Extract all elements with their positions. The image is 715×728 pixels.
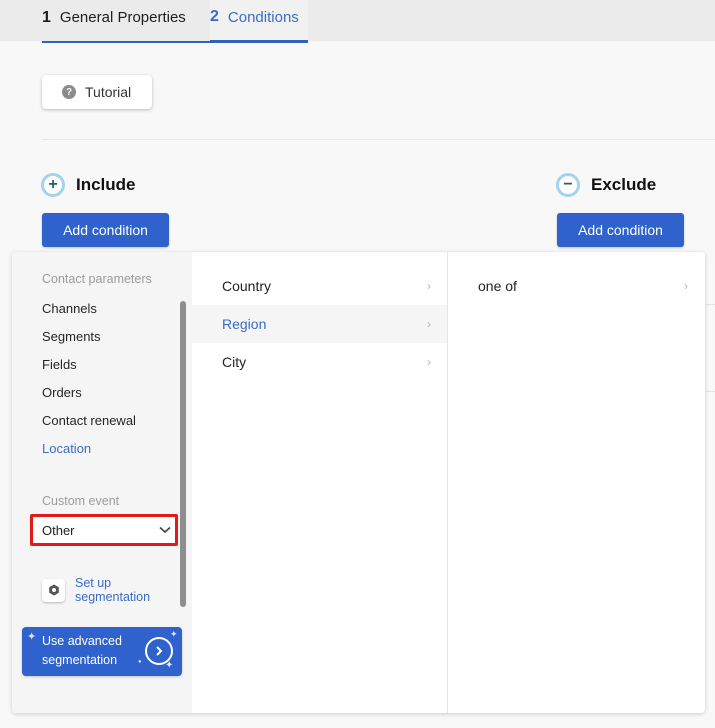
custom-event-select[interactable]: Other <box>30 514 178 546</box>
location-options-column: Country › Region › City › <box>192 252 448 713</box>
setup-segmentation-text: Set up segmentation <box>75 576 150 604</box>
advanced-line-2: segmentation <box>42 653 118 667</box>
row-divider <box>704 391 715 392</box>
category-contact-renewal[interactable]: Contact renewal <box>42 413 136 428</box>
custom-event-select-value: Other <box>42 522 75 538</box>
option-country[interactable]: Country › <box>192 267 447 305</box>
divider <box>42 139 715 140</box>
include-title: Include <box>76 175 136 194</box>
sparkle-icon: ✦ <box>170 629 178 639</box>
chevron-right-icon: › <box>684 279 688 293</box>
exclude-heading: − Exclude <box>556 173 656 197</box>
contact-parameters-label: Contact parameters <box>42 272 152 286</box>
setup-segmentation-link[interactable]: Set up segmentation <box>42 576 150 604</box>
category-column: Contact parameters Channels Segments Fie… <box>12 252 192 713</box>
option-city[interactable]: City › <box>192 343 447 381</box>
chevron-right-icon: › <box>427 279 431 293</box>
tutorial-button[interactable]: ? Tutorial <box>42 75 152 109</box>
chevron-down-icon <box>159 526 171 534</box>
sparkle-icon: ✦ <box>27 631 37 643</box>
option-label: City <box>222 354 247 370</box>
option-label: Country <box>222 278 272 294</box>
plus-circle-icon: + <box>41 173 65 197</box>
chevron-right-circle-icon <box>145 637 173 665</box>
tab-label: Conditions <box>227 8 299 26</box>
minus-circle-icon: − <box>556 173 580 197</box>
advanced-line-1: Use advanced <box>42 634 122 648</box>
add-condition-dropdown-panel: Contact parameters Channels Segments Fie… <box>12 252 705 713</box>
setup-line-2: segmentation <box>75 590 151 604</box>
exclude-title: Exclude <box>591 175 657 194</box>
tab-general-properties[interactable]: 1 General Properties <box>42 0 210 43</box>
category-scrollbar[interactable] <box>180 301 186 607</box>
category-orders[interactable]: Orders <box>42 385 82 400</box>
tab-number: 2 <box>210 8 219 25</box>
question-circle-icon: ? <box>62 85 76 99</box>
gear-icon <box>42 578 65 602</box>
tab-label: General Properties <box>59 9 186 26</box>
option-label: Region <box>222 316 267 332</box>
chevron-right-icon: › <box>427 355 431 369</box>
include-add-condition-button[interactable]: Add condition <box>42 213 169 247</box>
setup-line-1: Set up <box>75 576 112 590</box>
category-fields[interactable]: Fields <box>42 357 77 372</box>
stepper-tabbar: 1 General Properties 2 Conditions <box>0 0 715 43</box>
include-heading: + Include <box>41 173 136 197</box>
operator-label: one of <box>478 278 517 294</box>
tab-conditions[interactable]: 2 Conditions <box>210 0 308 43</box>
category-location[interactable]: Location <box>42 441 91 456</box>
category-channels[interactable]: Channels <box>42 301 97 316</box>
row-divider <box>704 304 715 305</box>
tab-number: 1 <box>42 8 51 26</box>
custom-event-label: Custom event <box>42 494 120 508</box>
use-advanced-segmentation-button[interactable]: ✦ ✦ ✦ ● Use advanced segmentation <box>22 627 182 676</box>
chevron-right-icon: › <box>427 317 431 331</box>
operator-column: one of › <box>449 252 705 713</box>
exclude-add-condition-button[interactable]: Add condition <box>557 213 684 247</box>
option-region[interactable]: Region › <box>192 305 447 343</box>
dot-icon: ● <box>138 659 142 665</box>
category-segments[interactable]: Segments <box>42 329 101 344</box>
operator-one-of[interactable]: one of › <box>449 267 704 305</box>
tutorial-label: Tutorial <box>85 84 132 100</box>
